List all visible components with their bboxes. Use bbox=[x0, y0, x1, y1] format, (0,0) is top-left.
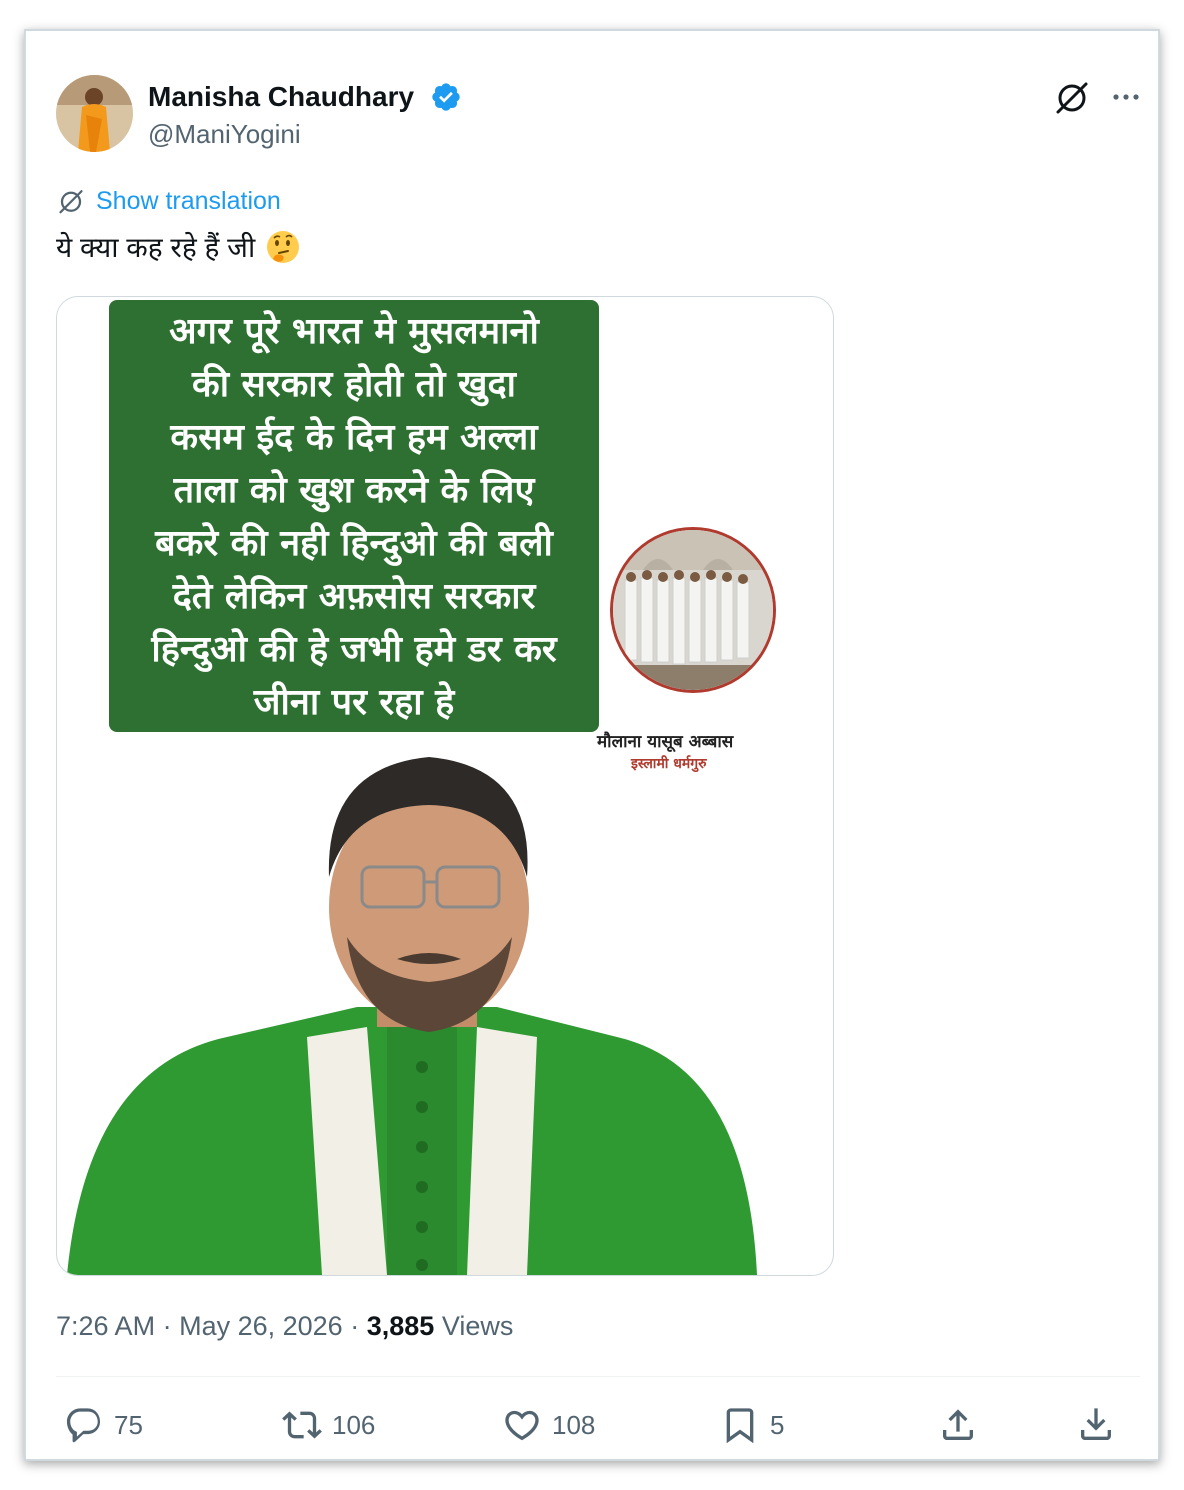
repost-count: 106 bbox=[332, 1409, 376, 1440]
views-count: 3,885 bbox=[366, 1311, 435, 1341]
quote-line: अगर पूरे भारत मे मुसलमानो bbox=[169, 311, 539, 352]
views-label: Views bbox=[441, 1311, 514, 1341]
bookmark-icon bbox=[726, 1408, 754, 1444]
repost-button[interactable]: 106 bbox=[282, 1401, 375, 1449]
translate-icon bbox=[59, 190, 83, 214]
quote-line: ताला को खुश करने के लिए bbox=[173, 470, 535, 511]
divider bbox=[56, 1376, 1140, 1377]
share-icon bbox=[943, 1409, 973, 1440]
like-count: 108 bbox=[552, 1409, 596, 1440]
like-button[interactable]: 108 bbox=[502, 1401, 595, 1449]
cleric-portrait bbox=[67, 757, 757, 1275]
quote-banner: अगर पूरे भारत मे मुसलमानो की सरकार होती … bbox=[109, 300, 599, 732]
quote-line: देते लेकिन अफ़सोस सरकार bbox=[172, 576, 536, 617]
tweet-text-body: ये क्या कह रहे हैं जी bbox=[56, 232, 256, 263]
heart-icon bbox=[505, 1410, 539, 1441]
reply-icon bbox=[66, 1408, 101, 1443]
share-button[interactable] bbox=[938, 1401, 978, 1449]
show-translation-link[interactable]: Show translation bbox=[56, 183, 281, 219]
download-icon bbox=[1081, 1408, 1111, 1440]
prayer-crowd-image bbox=[610, 527, 776, 693]
reply-button[interactable]: 75 bbox=[64, 1401, 143, 1449]
quote-line: हिन्दुओ की हे जभी हमे डर कर bbox=[151, 629, 557, 670]
tweet-date[interactable]: May 26, 2026 bbox=[179, 1311, 343, 1341]
avatar[interactable] bbox=[56, 75, 133, 152]
quote-line: की सरकार होती तो खुदा bbox=[192, 364, 516, 405]
author-name[interactable]: Manisha Chaudhary bbox=[148, 81, 414, 113]
quote-line: बकरे की नही हिन्दुओ की बली bbox=[155, 523, 553, 564]
meta-separator: · bbox=[162, 1311, 172, 1341]
thinking-face-icon bbox=[267, 231, 300, 263]
tweet-meta: 7:26 AM · May 26, 2026 · 3,885 Views bbox=[56, 1311, 513, 1342]
tweet-card: Manisha Chaudhary @ManiYogini Show trans… bbox=[24, 29, 1160, 1461]
meta-separator: · bbox=[350, 1311, 360, 1341]
reply-count: 75 bbox=[114, 1409, 143, 1440]
more-icon[interactable] bbox=[1106, 77, 1146, 117]
download-button[interactable] bbox=[1076, 1401, 1116, 1449]
show-translation-label: Show translation bbox=[96, 186, 281, 215]
tweet-text: ये क्या कह रहे हैं जी bbox=[56, 228, 301, 266]
tweet-image[interactable]: अगर पूरे भारत मे मुसलमानो की सरकार होती … bbox=[56, 296, 834, 1276]
verified-badge-icon bbox=[432, 83, 460, 111]
repost-icon bbox=[282, 1411, 322, 1439]
quote-line: जीना पर रहा हे bbox=[253, 682, 455, 723]
action-bar: 75 106 108 5 bbox=[56, 1401, 1140, 1449]
bookmark-button[interactable]: 5 bbox=[720, 1401, 784, 1449]
bookmark-count: 5 bbox=[770, 1409, 785, 1440]
grok-icon[interactable] bbox=[1052, 77, 1092, 117]
quote-line: कसम ईद के दिन हम अल्ला bbox=[170, 417, 538, 458]
author-handle[interactable]: @ManiYogini bbox=[148, 119, 301, 150]
tweet-time[interactable]: 7:26 AM bbox=[56, 1311, 155, 1341]
